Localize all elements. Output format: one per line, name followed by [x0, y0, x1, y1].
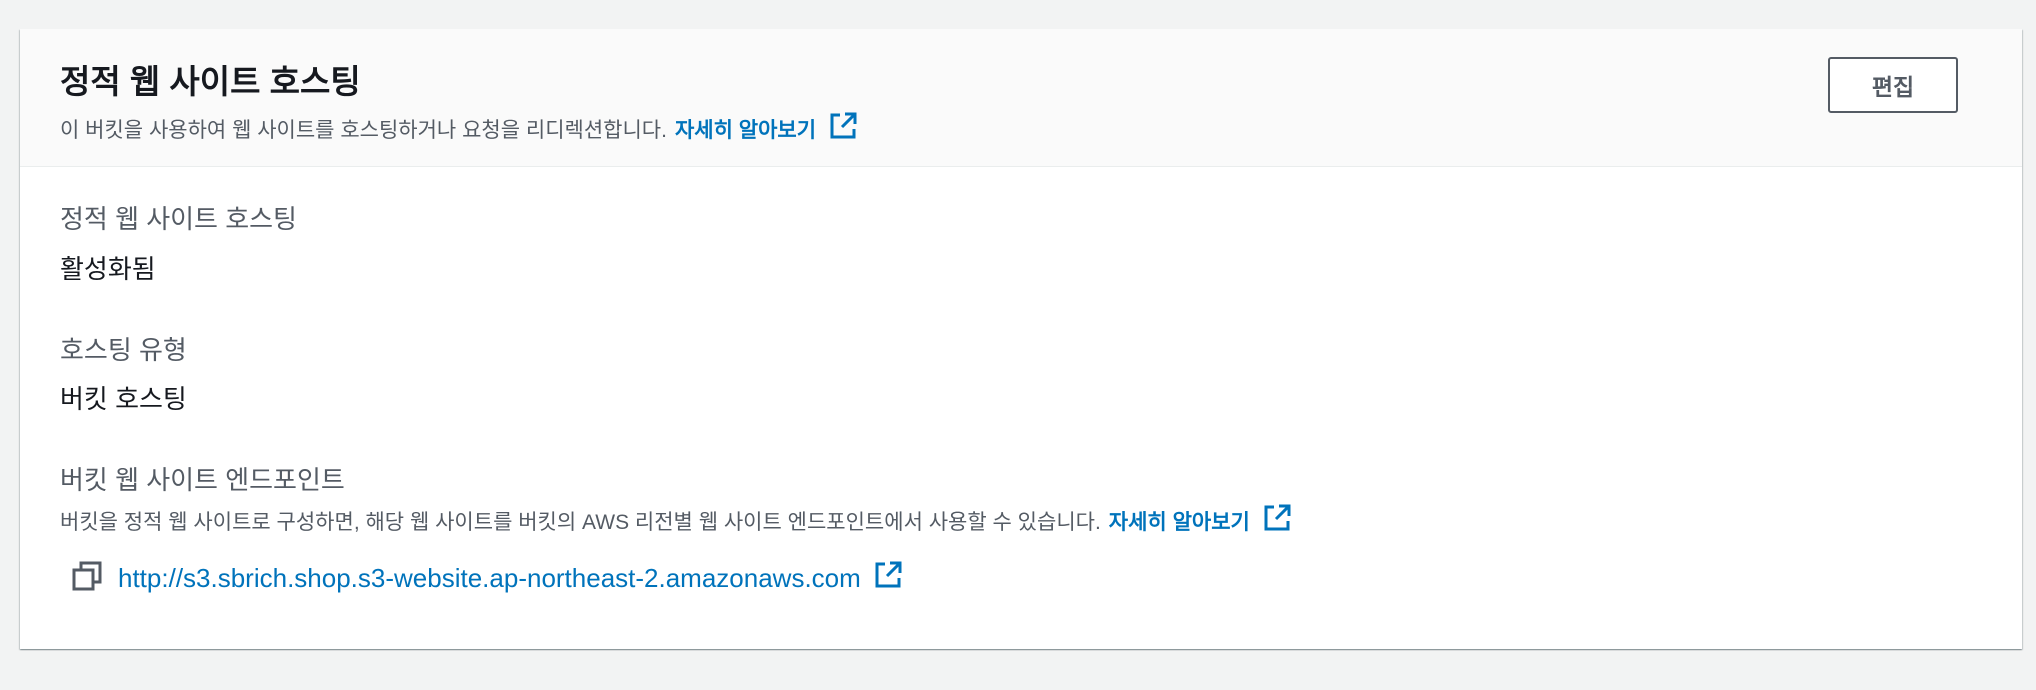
- endpoint-url-row: http://s3.sbrich.shop.s3-website.ap-nort…: [72, 560, 903, 597]
- panel-title: 정적 웹 사이트 호스팅: [60, 63, 361, 100]
- panel-description-text: 이 버킷을 사용하여 웹 사이트를 호스팅하거나 요청을 리디렉션합니다.: [60, 119, 667, 142]
- external-link-icon: [873, 560, 903, 597]
- hosting-type-label: 호스팅 유형: [60, 335, 187, 365]
- learn-more-label: 자세히 알아보기: [674, 119, 817, 142]
- endpoint-description-text: 버킷을 정적 웹 사이트로 구성하면, 해당 웹 사이트를 버킷의 AWS 리전…: [60, 511, 1101, 534]
- endpoint-learn-more-link[interactable]: 자세히 알아보기: [1109, 503, 1292, 539]
- panel-header: 정적 웹 사이트 호스팅 이 버킷을 사용하여 웹 사이트를 호스팅하거나 요청…: [20, 29, 2022, 167]
- edit-button[interactable]: 편집: [1828, 57, 1958, 113]
- endpoint-url-link[interactable]: http://s3.sbrich.shop.s3-website.ap-nort…: [118, 560, 903, 597]
- learn-more-link[interactable]: 자세히 알아보기: [675, 111, 858, 147]
- static-website-hosting-panel: 정적 웹 사이트 호스팅 이 버킷을 사용하여 웹 사이트를 호스팅하거나 요청…: [20, 29, 2022, 649]
- endpoint-learn-more-label: 자세히 알아보기: [1108, 511, 1250, 534]
- endpoint-description: 버킷을 정적 웹 사이트로 구성하면, 해당 웹 사이트를 버킷의 AWS 리전…: [60, 503, 1292, 539]
- panel-description: 이 버킷을 사용하여 웹 사이트를 호스팅하거나 요청을 리디렉션합니다. 자세…: [60, 111, 858, 147]
- hosting-label: 정적 웹 사이트 호스팅: [60, 204, 297, 234]
- copy-icon[interactable]: [72, 561, 102, 596]
- hosting-status: 활성화됨: [60, 254, 156, 284]
- external-link-icon: [828, 111, 858, 147]
- hosting-type-value: 버킷 호스팅: [60, 384, 187, 414]
- endpoint-label: 버킷 웹 사이트 엔드포인트: [60, 465, 345, 495]
- endpoint-url: http://s3.sbrich.shop.s3-website.ap-nort…: [118, 563, 861, 593]
- external-link-icon: [1262, 503, 1292, 539]
